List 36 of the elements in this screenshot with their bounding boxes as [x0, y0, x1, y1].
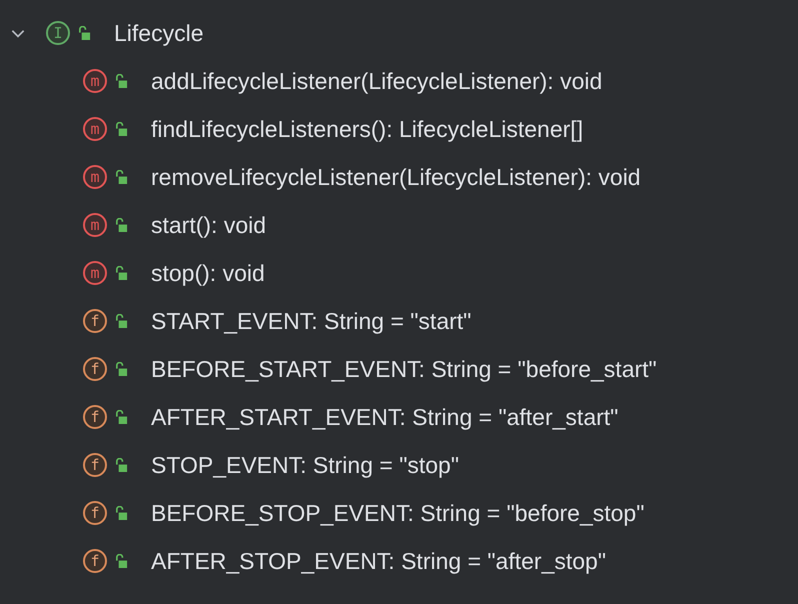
lock-icon: [115, 362, 128, 376]
kind-icon: m: [83, 213, 107, 237]
tree-item[interactable]: BEFORE_START_EVENT: String = "before_start": [151, 356, 657, 382]
kind-icon: f: [83, 357, 107, 381]
tree-item[interactable]: findLifecycleListeners(): LifecycleListener[]: [151, 116, 584, 142]
lock-icon: [115, 458, 128, 472]
tree-item[interactable]: addLifecycleListener(LifecycleListener): void: [151, 68, 602, 94]
tree-item[interactable]: AFTER_START_EVENT: String = "after_start": [151, 404, 618, 430]
kind-icon: m: [83, 165, 107, 189]
lock-icon: [115, 314, 128, 328]
lock-icon: [115, 506, 128, 520]
kind-icon: f: [83, 453, 107, 477]
tree-item[interactable]: BEFORE_STOP_EVENT: String = "before_stop": [151, 500, 644, 526]
kind-icon: f: [83, 501, 107, 525]
tree-item[interactable]: removeLifecycleListener(LifecycleListener): void: [151, 164, 641, 190]
kind-icon: f: [83, 405, 107, 429]
tree-item[interactable]: AFTER_STOP_EVENT: String = "after_stop": [151, 548, 606, 574]
lock-icon: [115, 218, 128, 232]
kind-icon: I: [46, 21, 70, 45]
tree-item[interactable]: START_EVENT: String = "start": [151, 308, 472, 334]
tree-item[interactable]: Lifecycle: [114, 20, 204, 46]
tree-item[interactable]: STOP_EVENT: String = "stop": [151, 452, 460, 478]
lock-icon: [78, 26, 91, 40]
lock-icon: [115, 554, 128, 568]
lock-icon: [115, 74, 128, 88]
kind-icon: f: [83, 549, 107, 573]
lock-icon: [115, 410, 128, 424]
kind-icon: m: [83, 261, 107, 285]
tree-item[interactable]: start(): void: [151, 212, 266, 238]
lock-icon: [115, 266, 128, 280]
tree-item[interactable]: stop(): void: [151, 260, 265, 286]
kind-icon: f: [83, 309, 107, 333]
kind-icon: m: [83, 117, 107, 141]
lock-icon: [115, 170, 128, 184]
kind-icon: m: [83, 69, 107, 93]
lock-icon: [115, 122, 128, 136]
